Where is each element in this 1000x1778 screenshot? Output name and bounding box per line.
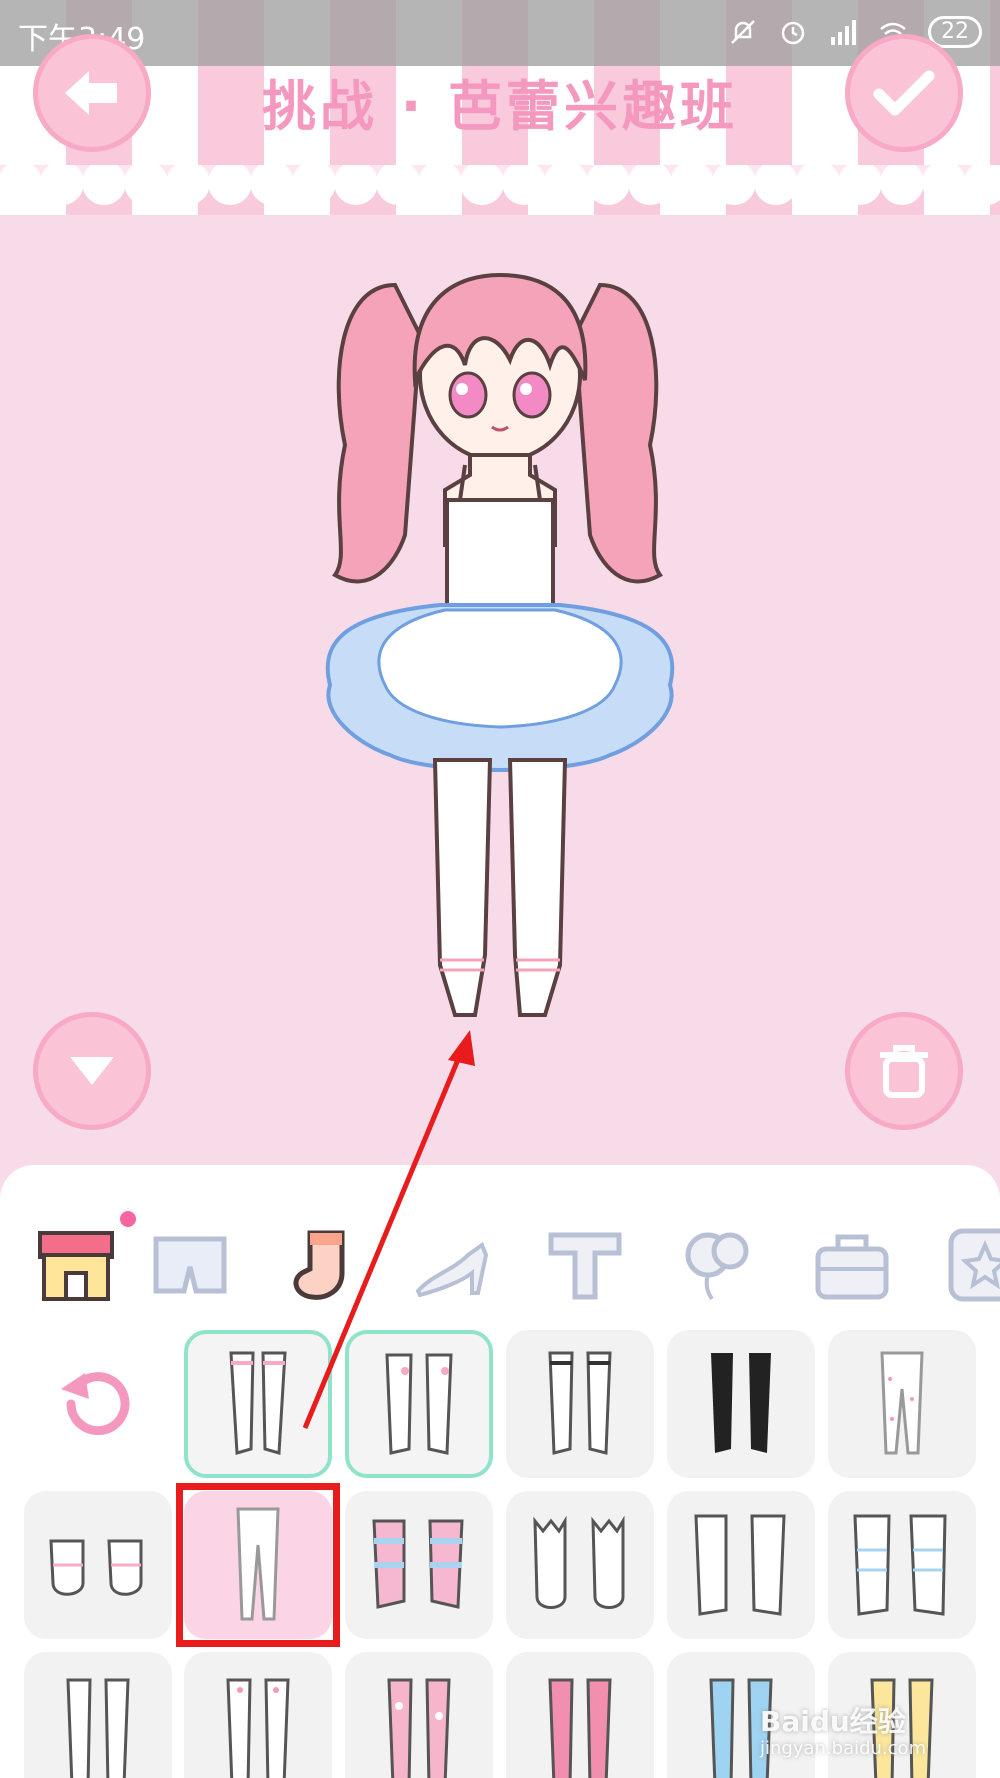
watermark-sub: jingyan.baidu.com [760,1738,927,1759]
watermark-main: Baidu经验 [760,1705,906,1738]
baidu-watermark: Baidu经验 jingyan.baidu.com [760,1700,926,1759]
tutorial-arrow [302,1030,475,1429]
dress-up-app: 挑战 · 芭蕾兴趣班 下午3:49 22 [0,0,1000,1778]
